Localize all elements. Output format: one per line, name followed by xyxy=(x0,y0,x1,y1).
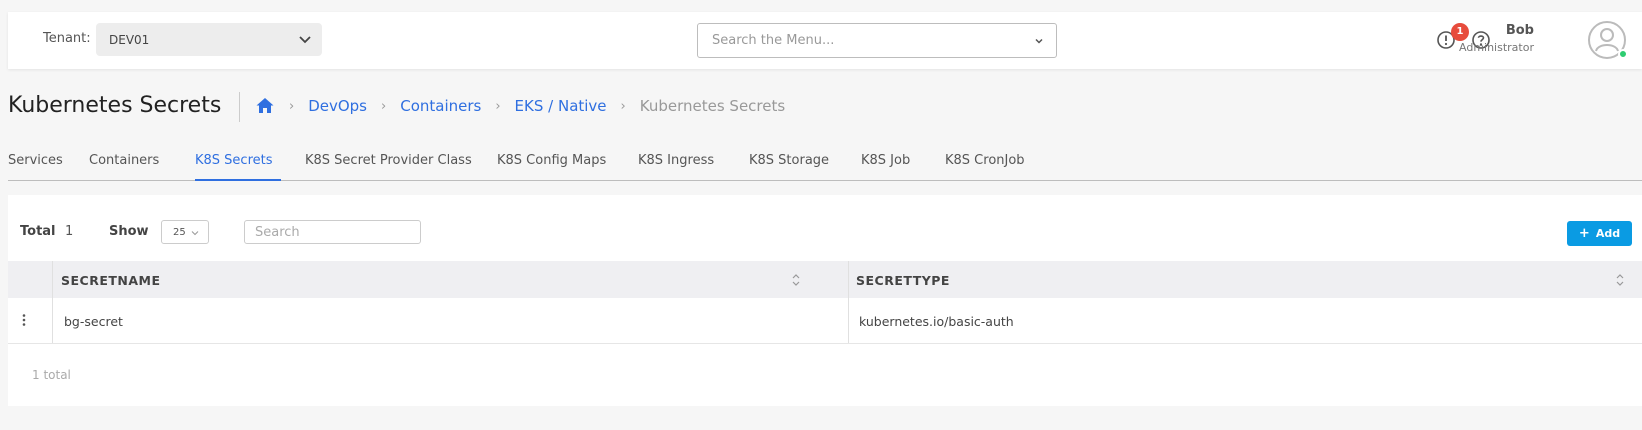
title-divider xyxy=(239,92,240,122)
table-row[interactable]: bg-secret kubernetes.io/basic-auth xyxy=(8,298,1642,344)
secrettype-cell: kubernetes.io/basic-auth xyxy=(859,314,1014,329)
table-header: SECRETNAME SECRETTYPE xyxy=(8,261,1642,298)
secretname-cell: bg-secret xyxy=(64,314,123,329)
tab-bar: Services Containers K8S Secrets K8S Secr… xyxy=(8,148,1642,181)
menu-search-placeholder: Search the Menu... xyxy=(712,33,835,48)
user-role: Administrator xyxy=(1459,41,1534,54)
tab-k8s-secret-provider-class[interactable]: K8S Secret Provider Class xyxy=(305,153,472,168)
tenant-value: DEV01 xyxy=(109,33,150,47)
home-icon[interactable] xyxy=(255,96,275,116)
chevron-down-icon xyxy=(299,36,311,44)
column-header-secrettype[interactable]: SECRETTYPE xyxy=(856,273,950,288)
breadcrumb-devops[interactable]: DevOps xyxy=(308,97,367,115)
tab-k8s-secrets[interactable]: K8S Secrets xyxy=(195,153,273,168)
tab-k8s-storage[interactable]: K8S Storage xyxy=(749,153,829,168)
breadcrumb-separator: › xyxy=(289,98,295,114)
table-footer-total: 1 total xyxy=(32,368,71,382)
page-size-select[interactable]: 25 xyxy=(161,220,209,244)
row-actions-icon[interactable] xyxy=(21,313,27,327)
add-button-label: Add xyxy=(1595,227,1621,240)
secrets-card: Total 1 Show 25 Search + Add SECRETNAME … xyxy=(8,195,1642,406)
page-size-value: 25 xyxy=(173,227,186,238)
tab-k8s-ingress[interactable]: K8S Ingress xyxy=(638,153,714,168)
table-search-input[interactable]: Search xyxy=(244,220,421,244)
tenant-label: Tenant: xyxy=(43,31,91,46)
sort-icon[interactable] xyxy=(1615,273,1625,287)
tab-k8s-job[interactable]: K8S Job xyxy=(861,153,910,168)
total-value: 1 xyxy=(65,224,74,239)
chevron-down-icon xyxy=(191,231,199,236)
sort-icon[interactable] xyxy=(791,273,801,287)
tenant-select[interactable]: DEV01 xyxy=(96,23,322,56)
tab-containers[interactable]: Containers xyxy=(89,153,159,168)
total-label: Total xyxy=(20,224,56,239)
tab-services[interactable]: Services xyxy=(8,153,63,168)
plus-icon: + xyxy=(1578,226,1590,241)
online-status-dot xyxy=(1618,49,1628,59)
user-name: Bob xyxy=(1505,23,1534,38)
breadcrumb-separator: › xyxy=(495,98,501,114)
breadcrumb-eks-native[interactable]: EKS / Native xyxy=(515,97,607,115)
column-header-secretname[interactable]: SECRETNAME xyxy=(61,273,161,288)
breadcrumb-current: Kubernetes Secrets xyxy=(639,97,786,115)
page-title: Kubernetes Secrets xyxy=(8,93,222,118)
top-bar: Tenant: DEV01 Search the Menu... 1 Bob A… xyxy=(8,12,1642,69)
breadcrumb-containers[interactable]: Containers xyxy=(400,97,481,115)
breadcrumb-separator: › xyxy=(620,98,626,114)
active-tab-indicator xyxy=(195,179,281,181)
tab-k8s-config-maps[interactable]: K8S Config Maps xyxy=(497,153,606,168)
menu-search-select[interactable]: Search the Menu... xyxy=(697,23,1057,58)
alert-count-badge: 1 xyxy=(1451,23,1469,41)
breadcrumb-separator: › xyxy=(381,98,387,114)
show-label: Show xyxy=(109,224,149,239)
tab-k8s-cronjob[interactable]: K8S CronJob xyxy=(945,153,1025,168)
add-button[interactable]: + Add xyxy=(1567,221,1632,246)
breadcrumb: › DevOps › Containers › EKS / Native › K… xyxy=(255,96,785,116)
search-placeholder: Search xyxy=(255,225,300,240)
chevron-down-icon xyxy=(1035,38,1043,44)
